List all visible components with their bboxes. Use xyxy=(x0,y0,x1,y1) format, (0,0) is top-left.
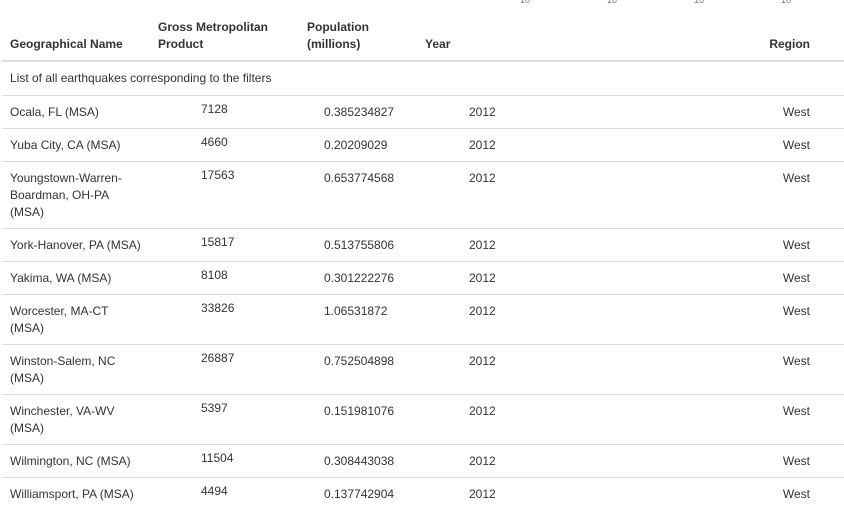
cell-population: 0.308443038 xyxy=(299,445,417,478)
cell-gmp: 7128 xyxy=(150,93,299,126)
page: { "axis_ticks": ["10", "10", "10", "10"]… xyxy=(0,0,844,508)
cell-geographical-name: Ocala, FL (MSA) xyxy=(2,96,150,129)
cell-geographical-name: Yuba City, CA (MSA) xyxy=(2,129,150,162)
table-row[interactable]: Winchester, VA-WV (MSA)53970.15198107620… xyxy=(2,395,844,445)
cell-population: 0.20209029 xyxy=(299,129,417,162)
cell-region: West xyxy=(593,295,844,345)
column-header-region[interactable]: Region xyxy=(593,14,844,61)
cell-geographical-name: Wilmington, NC (MSA) xyxy=(2,445,150,478)
cell-gmp: 17563 xyxy=(150,159,299,226)
cell-year: 2012 xyxy=(417,345,593,395)
cell-geographical-name: Winchester, VA-WV (MSA) xyxy=(2,395,150,445)
cell-year: 2012 xyxy=(417,262,593,295)
cell-geographical-name: Winston-Salem, NC (MSA) xyxy=(2,345,150,395)
cell-year: 2012 xyxy=(417,229,593,262)
table-row[interactable]: Williamsport, PA (MSA)44940.137742904201… xyxy=(2,478,844,510)
cell-region: West xyxy=(593,129,844,162)
table-row[interactable]: Yuba City, CA (MSA)46600.202090292012Wes… xyxy=(2,129,844,162)
table-caption: List of all earthquakes corresponding to… xyxy=(2,61,844,96)
cell-year: 2012 xyxy=(417,445,593,478)
cell-gmp: 15817 xyxy=(150,226,299,259)
cell-gmp: 4494 xyxy=(150,475,299,508)
cell-population: 1.06531872 xyxy=(299,295,417,345)
column-header-geographical-name[interactable]: Geographical Name xyxy=(2,14,150,61)
table-row[interactable]: Wilmington, NC (MSA)115040.3084430382012… xyxy=(2,445,844,478)
column-header-year[interactable]: Year xyxy=(417,14,593,61)
cell-gmp: 33826 xyxy=(150,292,299,342)
cell-population: 0.301222276 xyxy=(299,262,417,295)
table-caption-row: List of all earthquakes corresponding to… xyxy=(2,61,844,96)
cell-region: West xyxy=(593,162,844,229)
cell-year: 2012 xyxy=(417,162,593,229)
cell-region: West xyxy=(593,229,844,262)
cell-population: 0.752504898 xyxy=(299,345,417,395)
column-header-gmp[interactable]: Gross Metropolitan Product xyxy=(150,14,299,61)
column-header-population[interactable]: Population (millions) xyxy=(299,14,417,61)
chart-axis-ticks-partial: 10 10 10 10 xyxy=(0,0,844,6)
cell-population: 0.151981076 xyxy=(299,395,417,445)
cell-region: West xyxy=(593,345,844,395)
axis-tick-label: 10 xyxy=(607,0,617,5)
cell-population: 0.653774568 xyxy=(299,162,417,229)
cell-year: 2012 xyxy=(417,478,593,510)
cell-region: West xyxy=(593,395,844,445)
cell-year: 2012 xyxy=(417,96,593,129)
table-row[interactable]: York-Hanover, PA (MSA)158170.51375580620… xyxy=(2,229,844,262)
cell-year: 2012 xyxy=(417,295,593,345)
table-body: List of all earthquakes corresponding to… xyxy=(2,61,844,510)
cell-population: 0.385234827 xyxy=(299,96,417,129)
table-header-row: Geographical Name Gross Metropolitan Pro… xyxy=(2,14,844,61)
cell-population: 0.513755806 xyxy=(299,229,417,262)
cell-year: 2012 xyxy=(417,129,593,162)
cell-gmp: 5397 xyxy=(150,392,299,442)
cell-gmp: 11504 xyxy=(150,442,299,475)
axis-tick-label: 10 xyxy=(781,0,791,5)
cell-geographical-name: York-Hanover, PA (MSA) xyxy=(2,229,150,262)
cell-geographical-name: Yakima, WA (MSA) xyxy=(2,262,150,295)
cell-region: West xyxy=(593,445,844,478)
cell-population: 0.137742904 xyxy=(299,478,417,510)
table-row[interactable]: Ocala, FL (MSA)71280.3852348272012West xyxy=(2,96,844,129)
axis-tick-label: 10 xyxy=(694,0,704,5)
cell-region: West xyxy=(593,262,844,295)
cell-year: 2012 xyxy=(417,395,593,445)
cell-gmp: 4660 xyxy=(150,126,299,159)
cell-geographical-name: Williamsport, PA (MSA) xyxy=(2,478,150,510)
cell-gmp: 26887 xyxy=(150,342,299,392)
table-row[interactable]: Yakima, WA (MSA)81080.3012222762012West xyxy=(2,262,844,295)
cell-geographical-name: Youngstown-Warren-Boardman, OH-PA (MSA) xyxy=(2,162,150,229)
table-row[interactable]: Worcester, MA-CT (MSA)338261.06531872201… xyxy=(2,295,844,345)
table-row[interactable]: Youngstown-Warren-Boardman, OH-PA (MSA)1… xyxy=(2,162,844,229)
cell-gmp: 8108 xyxy=(150,259,299,292)
axis-tick-label: 10 xyxy=(520,0,530,5)
cell-region: West xyxy=(593,478,844,510)
metro-data-table: Geographical Name Gross Metropolitan Pro… xyxy=(2,14,844,510)
table-row[interactable]: Winston-Salem, NC (MSA)268870.7525048982… xyxy=(2,345,844,395)
cell-geographical-name: Worcester, MA-CT (MSA) xyxy=(2,295,150,345)
cell-region: West xyxy=(593,96,844,129)
